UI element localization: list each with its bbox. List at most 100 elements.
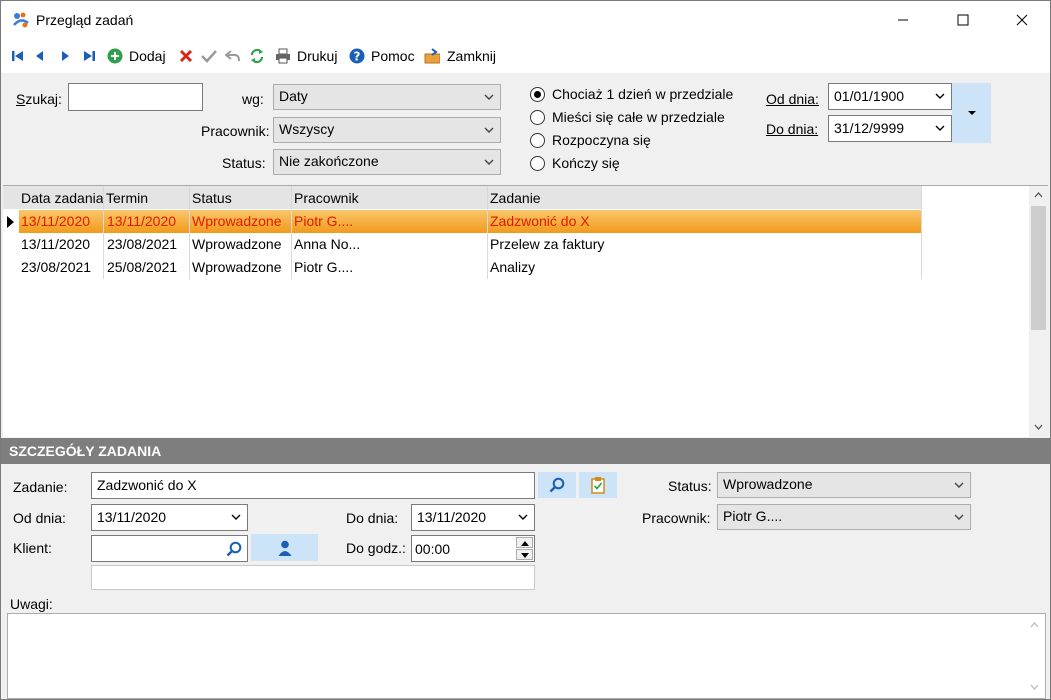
column-header-due[interactable]: Termin (106, 190, 190, 206)
table-row[interactable]: 13/11/2020 23/08/2021 Wprowadzone Anna N… (19, 233, 921, 256)
scroll-down-icon[interactable] (1030, 684, 1039, 690)
column-divider (103, 186, 104, 279)
column-divider (291, 186, 292, 279)
caret-down-icon (521, 553, 529, 558)
until-time-label: Do godz.: (346, 540, 406, 556)
client-select-button[interactable] (251, 534, 318, 561)
add-button[interactable]: Dodaj (129, 48, 166, 64)
sort-by-select[interactable]: Daty (273, 84, 501, 110)
last-record-icon[interactable] (81, 48, 97, 64)
task-from-date-picker[interactable]: 13/11/2020 (91, 504, 248, 531)
user-icon (278, 540, 291, 556)
scroll-up-icon[interactable] (1030, 622, 1039, 628)
print-button[interactable]: Drukuj (297, 48, 337, 64)
next-record-icon[interactable] (57, 48, 73, 64)
previous-record-icon[interactable] (32, 48, 48, 64)
client-input[interactable] (91, 535, 248, 562)
title-bar: Przegląd zadań (1, 1, 1050, 39)
maximize-button[interactable] (940, 1, 986, 39)
radio-button[interactable] (530, 133, 545, 148)
help-icon[interactable]: ? (349, 48, 365, 64)
task-employee-label: Pracownik: (642, 510, 711, 526)
close-button[interactable]: Zamknij (447, 48, 496, 64)
clipboard-icon (591, 477, 605, 494)
task-employee-select[interactable]: Piotr G.... (717, 504, 971, 530)
app-window: Przegląd zadań Dodaj Drukuj ? Pomoc Zamk… (0, 0, 1051, 700)
chevron-down-icon (484, 94, 494, 100)
column-header-status[interactable]: Status (192, 190, 292, 206)
notes-textarea[interactable] (7, 613, 1046, 699)
app-logo-icon (12, 11, 30, 29)
radio-button[interactable] (530, 87, 545, 102)
client-label: Klient: (13, 540, 52, 556)
to-day-label: Do dnia: (346, 510, 399, 526)
maximize-icon (957, 14, 969, 26)
print-icon[interactable] (275, 48, 291, 64)
column-header-task[interactable]: Zadanie (490, 190, 790, 206)
task-status-select[interactable]: Wprowadzone (717, 472, 971, 498)
scroll-up-icon[interactable] (1034, 192, 1043, 198)
close-icon (1016, 14, 1028, 26)
task-status-label: Status: (668, 478, 712, 494)
minimize-icon (898, 19, 908, 21)
current-row-indicator-icon (7, 215, 15, 231)
radio-button[interactable] (530, 156, 545, 171)
search-icon (549, 477, 565, 493)
task-to-date-picker[interactable]: 13/11/2020 (411, 504, 535, 531)
chevron-down-icon (484, 159, 494, 165)
task-input[interactable]: Zadzwonić do X (91, 472, 535, 499)
chevron-down-icon (231, 514, 241, 520)
chevron-down-icon (935, 93, 945, 99)
table-row[interactable]: 23/08/2021 25/08/2021 Wprowadzone Piotr … (19, 256, 921, 279)
search-label: Szukaj: (16, 91, 62, 107)
help-button[interactable]: Pomoc (371, 48, 415, 64)
chevron-down-icon (484, 127, 494, 133)
status-filter-label: Status: (222, 155, 266, 171)
column-header-employee[interactable]: Pracownik (294, 190, 484, 206)
refresh-icon[interactable] (249, 48, 265, 64)
table-row[interactable]: 13/11/2020 13/11/2020 Wprowadzone Piotr … (19, 210, 921, 233)
column-divider (189, 186, 190, 279)
employee-filter-select[interactable]: Wszyscy (273, 117, 501, 143)
confirm-icon[interactable] (201, 48, 217, 64)
add-icon[interactable] (107, 48, 123, 64)
caret-down-icon (967, 111, 976, 115)
client-details-field (91, 565, 535, 590)
to-date-label: Do dnia: (766, 121, 819, 137)
scroll-down-icon[interactable] (1034, 424, 1043, 430)
from-date-picker[interactable]: 01/01/1900 (828, 83, 952, 110)
radio-button[interactable] (530, 110, 545, 125)
toolbar: Dodaj Drukuj ? Pomoc Zamknij (1, 39, 1050, 73)
chevron-down-icon (518, 514, 528, 520)
chevron-down-icon (954, 482, 964, 488)
task-clipboard-button[interactable] (579, 472, 617, 498)
spin-down-button[interactable] (516, 549, 533, 560)
search-icon[interactable] (226, 541, 242, 557)
column-divider (921, 186, 922, 279)
spin-up-button[interactable] (516, 537, 533, 548)
exit-icon[interactable] (424, 48, 440, 64)
delete-icon[interactable] (178, 48, 194, 64)
grid-header: Data zadania Termin Status Pracownik Zad… (3, 186, 921, 209)
to-date-picker[interactable]: 31/12/9999 (828, 115, 952, 142)
employee-filter-label: Pracownik: (201, 123, 270, 139)
minimize-button[interactable] (880, 1, 926, 39)
chevron-down-icon (935, 125, 945, 131)
undo-icon[interactable] (225, 48, 241, 64)
task-label: Zadanie: (13, 479, 68, 495)
from-day-label: Od dnia: (13, 510, 66, 526)
column-header-date[interactable]: Data zadania (21, 190, 105, 206)
search-input[interactable] (68, 83, 203, 111)
until-time-spinner[interactable]: 00:00 (411, 535, 535, 562)
chevron-down-icon (954, 514, 964, 520)
by-label: wg: (242, 91, 264, 107)
status-filter-select[interactable]: Nie zakończone (273, 149, 501, 175)
date-range-dropdown-button[interactable] (952, 83, 991, 143)
close-window-button[interactable] (999, 1, 1045, 39)
grid-scrollbar[interactable] (1029, 186, 1048, 437)
scrollbar-thumb[interactable] (1031, 206, 1046, 330)
caret-up-icon (521, 541, 529, 546)
details-section-header: SZCZEGÓŁY ZADANIA (1, 438, 1050, 464)
task-search-button[interactable] (538, 472, 576, 498)
first-record-icon[interactable] (10, 48, 26, 64)
